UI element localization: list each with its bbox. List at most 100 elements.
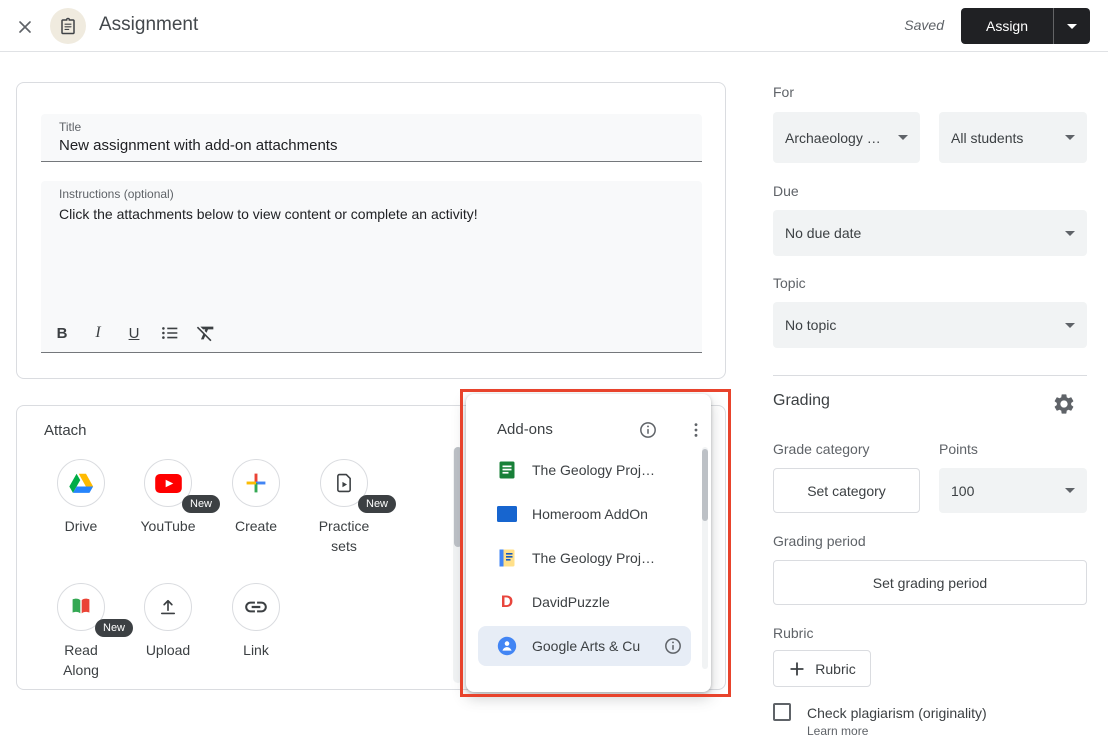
three-dot-menu-icon bbox=[686, 420, 706, 440]
topbar: Assignment Saved Assign bbox=[0, 0, 1108, 52]
gallery-scrollbar[interactable] bbox=[453, 447, 463, 683]
title-field[interactable]: Title New assignment with add-on attachm… bbox=[41, 114, 702, 162]
create-icon bbox=[244, 471, 268, 495]
addons-scrollbar-thumb[interactable] bbox=[702, 449, 708, 521]
underline-button[interactable]: U bbox=[118, 317, 150, 349]
practice-sets-icon bbox=[333, 472, 355, 494]
assign-split-button: Assign bbox=[961, 8, 1090, 44]
clear-formatting-button[interactable] bbox=[190, 317, 222, 349]
assignment-details-card: Title New assignment with add-on attachm… bbox=[16, 82, 726, 379]
topic-select[interactable]: No topic bbox=[773, 302, 1087, 348]
addon-label: Homeroom AddOn bbox=[532, 506, 648, 522]
due-label: Due bbox=[773, 183, 799, 199]
title-field-value: New assignment with add-on attachments bbox=[41, 134, 702, 154]
youtube-icon bbox=[155, 474, 182, 493]
instructions-field-label: Instructions (optional) bbox=[41, 181, 702, 201]
new-badge: New bbox=[358, 495, 396, 513]
read-along-button[interactable]: New bbox=[57, 583, 105, 631]
grading-heading: Grading bbox=[773, 392, 830, 410]
attach-option-label: Drive bbox=[45, 516, 117, 536]
upload-icon bbox=[157, 596, 179, 618]
davidpuzzle-icon: D bbox=[497, 592, 517, 612]
addon-label: The Geology Proj… bbox=[532, 550, 655, 566]
geology-doc-icon bbox=[497, 461, 517, 479]
attach-option-label: Create bbox=[220, 516, 292, 536]
read-along-icon bbox=[69, 595, 93, 619]
addon-item-davidpuzzle[interactable]: D DavidPuzzle bbox=[466, 580, 711, 624]
attach-option-label: Upload bbox=[132, 640, 204, 660]
youtube-button[interactable]: New bbox=[144, 459, 192, 507]
info-icon bbox=[663, 636, 683, 656]
addon-label: The Geology Proj… bbox=[532, 462, 655, 478]
instructions-field-value: Click the attachments below to view cont… bbox=[41, 201, 702, 222]
add-rubric-button-label: Rubric bbox=[815, 661, 855, 677]
drive-icon bbox=[68, 470, 94, 496]
page-title: Assignment bbox=[99, 14, 198, 36]
practice-sets-button[interactable]: New bbox=[320, 459, 368, 507]
set-category-button[interactable]: Set category bbox=[773, 468, 920, 513]
chevron-down-icon bbox=[1065, 488, 1075, 493]
link-button[interactable] bbox=[232, 583, 280, 631]
assign-dropdown-button[interactable] bbox=[1053, 8, 1090, 44]
gallery-scrollbar-thumb[interactable] bbox=[454, 447, 462, 547]
attach-option-label: YouTube bbox=[132, 516, 204, 536]
gear-icon bbox=[1052, 392, 1076, 416]
instructions-field[interactable]: Instructions (optional) Click the attach… bbox=[41, 181, 702, 353]
due-date-value: No due date bbox=[785, 225, 1057, 241]
bulleted-list-icon bbox=[159, 322, 181, 344]
addon-item-arts-culture[interactable]: Google Arts & Cu bbox=[478, 626, 691, 666]
attach-heading: Attach bbox=[44, 422, 87, 439]
attach-option-link: Link bbox=[212, 583, 300, 660]
attach-option-practice-sets: New Practice sets bbox=[300, 459, 388, 556]
link-icon bbox=[243, 594, 269, 620]
upload-button[interactable] bbox=[144, 583, 192, 631]
points-label: Points bbox=[939, 441, 978, 457]
assignment-type-badge bbox=[50, 8, 86, 44]
sidebar-divider bbox=[773, 375, 1087, 376]
attach-option-youtube: New YouTube bbox=[124, 459, 212, 536]
formatting-toolbar: B I U bbox=[46, 317, 222, 349]
homeroom-icon bbox=[497, 506, 517, 522]
addon-label: DavidPuzzle bbox=[532, 594, 610, 610]
add-rubric-button[interactable]: Rubric bbox=[773, 650, 871, 687]
assign-button[interactable]: Assign bbox=[961, 8, 1053, 44]
addons-scrollbar[interactable] bbox=[702, 447, 708, 669]
attach-option-drive: Drive bbox=[37, 459, 125, 536]
learn-more-link[interactable]: Learn more bbox=[807, 724, 868, 738]
addon-item-geology-1[interactable]: The Geology Proj… bbox=[466, 448, 711, 492]
attach-option-label: Read Along bbox=[45, 640, 117, 680]
grade-category-label: Grade category bbox=[773, 441, 870, 457]
points-select[interactable]: 100 bbox=[939, 468, 1087, 513]
due-date-select[interactable]: No due date bbox=[773, 210, 1087, 256]
addon-item-homeroom[interactable]: Homeroom AddOn bbox=[466, 492, 711, 536]
addon-item-geology-2[interactable]: The Geology Proj… bbox=[466, 536, 711, 580]
class-select[interactable]: Archaeology … bbox=[773, 112, 920, 163]
chevron-down-icon bbox=[1065, 323, 1075, 328]
create-button[interactable] bbox=[232, 459, 280, 507]
bulleted-list-button[interactable] bbox=[154, 317, 186, 349]
attach-option-upload: Upload bbox=[124, 583, 212, 660]
addons-heading: Add-ons bbox=[497, 421, 553, 438]
rubric-label: Rubric bbox=[773, 625, 813, 641]
drive-button[interactable] bbox=[57, 459, 105, 507]
class-select-value: Archaeology … bbox=[785, 130, 890, 146]
chevron-down-icon bbox=[1067, 24, 1077, 29]
plagiarism-checkbox[interactable] bbox=[773, 703, 791, 721]
addon-info-button[interactable] bbox=[663, 636, 683, 656]
close-icon bbox=[15, 17, 35, 37]
addons-info-button[interactable] bbox=[636, 418, 660, 442]
points-select-value: 100 bbox=[951, 483, 1057, 499]
for-label: For bbox=[773, 84, 794, 100]
info-icon bbox=[638, 420, 658, 440]
students-select[interactable]: All students bbox=[939, 112, 1087, 163]
italic-button[interactable]: I bbox=[82, 317, 114, 349]
bold-button[interactable]: B bbox=[46, 317, 78, 349]
topic-label: Topic bbox=[773, 275, 806, 291]
addons-overflow-menu-button[interactable] bbox=[684, 418, 708, 442]
close-button[interactable] bbox=[13, 15, 37, 39]
grading-settings-button[interactable] bbox=[1051, 391, 1077, 417]
chevron-down-icon bbox=[898, 135, 908, 140]
set-grading-period-button[interactable]: Set grading period bbox=[773, 560, 1087, 605]
chevron-down-icon bbox=[1065, 135, 1075, 140]
addons-popup-header: Add-ons bbox=[466, 394, 711, 448]
